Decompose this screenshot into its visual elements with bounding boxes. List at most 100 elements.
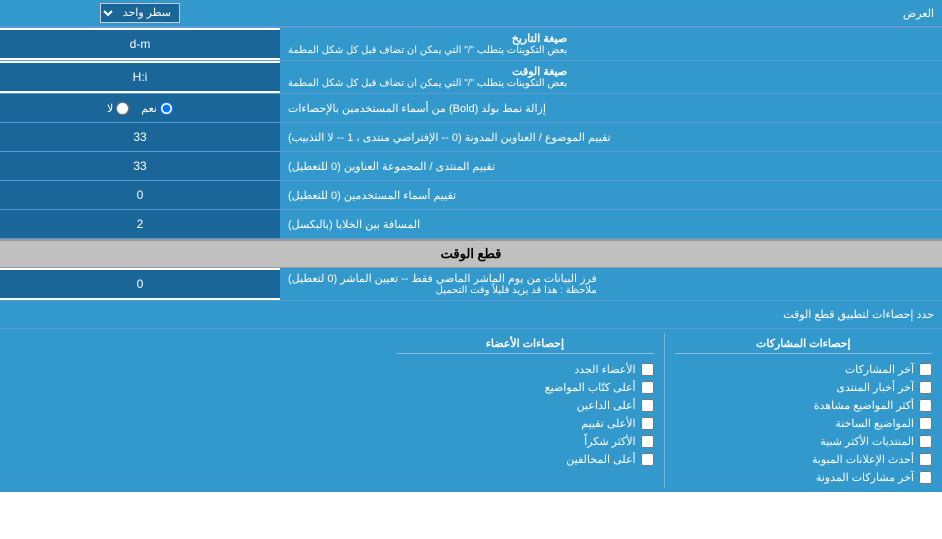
cell-spacing-label-text: المسافة بين الخلايا (بالبكسل) [288, 218, 420, 231]
time-format-label: صيغة الوقت بعض التكوينات يتطلب "/" التي … [280, 61, 942, 93]
topic-order-input[interactable] [4, 130, 276, 144]
most-similar-checkbox[interactable] [919, 435, 932, 448]
checkbox-blog-posts: آخر مشاركات المدونة [675, 471, 932, 484]
date-format-row: صيغة التاريخ بعض التكوينات يتطلب "/" الت… [0, 28, 942, 61]
top-posters-checkbox[interactable] [641, 381, 654, 394]
bold-remove-input-area: نعم لا [0, 94, 280, 122]
stats-right-spacer [0, 333, 386, 488]
checkbox-top-rated: الأعلى تقييم [396, 417, 653, 430]
time-format-sub-label: بعض التكوينات يتطلب "/" التي يمكن ان تضا… [288, 78, 567, 89]
display-mode-dropdown-area: سطر واحد سطران ثلاثة أسطر [0, 1, 280, 25]
forum-news-label: آخر أخبار المنتدى [836, 381, 914, 394]
bold-no-radio[interactable] [116, 102, 129, 115]
cutoff-days-note: ملاحظة : هذا قد يزيد قليلاً وقت التحميل [288, 285, 597, 296]
bold-remove-label: إزالة نمط بولد (Bold) من أسماء المستخدمي… [280, 94, 942, 122]
checkbox-new-members: الأعضاء الجدد [396, 363, 653, 376]
cutoff-days-main-label: فرز البيانات من يوم الماشر الماضي فقط --… [288, 272, 597, 285]
date-format-input[interactable] [4, 37, 276, 51]
hot-topics-checkbox[interactable] [919, 417, 932, 430]
new-members-checkbox[interactable] [641, 363, 654, 376]
cutoff-section-header: قطع الوقت [0, 239, 942, 268]
new-members-label: الأعضاء الجدد [574, 363, 635, 376]
checkbox-hot-topics: المواضيع الساخنة [675, 417, 932, 430]
last-posts-checkbox[interactable] [919, 363, 932, 376]
top-rated-checkbox[interactable] [641, 417, 654, 430]
checkbox-most-thanked: الأكثر شكراً [396, 435, 653, 448]
cell-spacing-input-area [0, 210, 280, 238]
date-format-label: صيغة التاريخ بعض التكوينات يتطلب "/" الت… [280, 28, 942, 60]
topic-order-label: تقييم الموضوع / العناوين المدونة (0 -- ا… [280, 123, 942, 151]
header-row: العرض سطر واحد سطران ثلاثة أسطر [0, 0, 942, 28]
checkbox-most-viewed: أكثر المواضيع مشاهدة [675, 399, 932, 412]
checkbox-forum-news: آخر أخبار المنتدى [675, 381, 932, 394]
forum-order-input[interactable] [4, 159, 276, 173]
hot-topics-label: المواضيع الساخنة [835, 417, 914, 430]
users-names-row: تقييم أسماء المستخدمين (0 للتعطيل) [0, 181, 942, 210]
topic-order-label-text: تقييم الموضوع / العناوين المدونة (0 -- ا… [288, 131, 611, 144]
checkboxes-container: إحصاءات المشاركات آخر المشاركات آخر أخبا… [0, 329, 942, 492]
blog-posts-label: آخر مشاركات المدونة [816, 471, 914, 484]
members-stats-column: إحصاءات الأعضاء الأعضاء الجدد أعلى كتّاب… [386, 333, 663, 488]
bold-remove-label-text: إزالة نمط بولد (Bold) من أسماء المستخدمي… [288, 102, 546, 115]
main-container: العرض سطر واحد سطران ثلاثة أسطر صيغة الت… [0, 0, 942, 492]
bold-no-text: لا [107, 102, 113, 115]
time-format-main-label: صيغة الوقت [288, 65, 567, 78]
cutoff-days-input[interactable] [4, 277, 276, 291]
column-separator [664, 333, 665, 488]
stats-apply-text: حدد إحصاءات لتطبيق قطع الوقت [783, 309, 934, 321]
checkbox-latest-ads: أحدث الإعلانات المبوبة [675, 453, 932, 466]
cutoff-days-label: فرز البيانات من يوم الماشر الماضي فقط --… [280, 268, 942, 300]
latest-ads-checkbox[interactable] [919, 453, 932, 466]
posts-stats-header-text: إحصاءات المشاركات [756, 338, 851, 350]
cutoff-title: قطع الوقت [441, 246, 502, 261]
forum-order-row: تقييم المنتدى / المجموعة العناوين (0 للت… [0, 152, 942, 181]
most-thanked-label: الأكثر شكراً [584, 435, 635, 448]
most-similar-label: المنتديات الأكثر شبية [820, 435, 914, 448]
top-inviters-checkbox[interactable] [641, 399, 654, 412]
checkbox-last-posts: آخر المشاركات [675, 363, 932, 376]
cell-spacing-label: المسافة بين الخلايا (بالبكسل) [280, 210, 942, 238]
users-names-input[interactable] [4, 188, 276, 202]
date-format-sub-label: بعض التكوينات يتطلب "/" التي يمكن ان تضا… [288, 45, 567, 56]
cell-spacing-row: المسافة بين الخلايا (بالبكسل) [0, 210, 942, 239]
forum-order-label: تقييم المنتدى / المجموعة العناوين (0 للت… [280, 152, 942, 180]
members-stats-header: إحصاءات الأعضاء [396, 337, 653, 354]
top-posters-label: أعلى كتّاب المواضيع [545, 381, 636, 394]
members-stats-header-text: إحصاءات الأعضاء [486, 338, 564, 350]
cell-spacing-input[interactable] [4, 217, 276, 231]
most-viewed-checkbox[interactable] [919, 399, 932, 412]
most-thanked-checkbox[interactable] [641, 435, 654, 448]
bold-yes-label[interactable]: نعم [141, 102, 173, 115]
checkbox-top-inviters: أعلى الداعين [396, 399, 653, 412]
date-format-main-label: صيغة التاريخ [288, 32, 567, 45]
blog-posts-checkbox[interactable] [919, 471, 932, 484]
top-violators-checkbox[interactable] [641, 453, 654, 466]
most-viewed-label: أكثر المواضيع مشاهدة [814, 399, 914, 412]
forum-order-label-text: تقييم المنتدى / المجموعة العناوين (0 للت… [288, 160, 495, 173]
topic-order-row: تقييم الموضوع / العناوين المدونة (0 -- ا… [0, 123, 942, 152]
topic-order-input-area [0, 123, 280, 151]
top-violators-label: أعلى المخالفين [566, 453, 635, 466]
latest-ads-label: أحدث الإعلانات المبوبة [812, 453, 914, 466]
date-format-input-area [0, 30, 280, 58]
checkbox-most-similar: المنتديات الأكثر شبية [675, 435, 932, 448]
bold-no-label[interactable]: لا [107, 102, 129, 115]
cutoff-days-input-area [0, 270, 280, 298]
cutoff-days-row: فرز البيانات من يوم الماشر الماضي فقط --… [0, 268, 942, 301]
checkbox-top-posters: أعلى كتّاب المواضيع [396, 381, 653, 394]
time-format-input[interactable] [4, 70, 276, 84]
checkbox-top-violators: أعلى المخالفين [396, 453, 653, 466]
forum-news-checkbox[interactable] [919, 381, 932, 394]
users-names-input-area [0, 181, 280, 209]
header-label-text: العرض [903, 8, 934, 20]
bold-yes-radio[interactable] [160, 102, 173, 115]
bold-remove-row: إزالة نمط بولد (Bold) من أسماء المستخدمي… [0, 94, 942, 123]
display-mode-select[interactable]: سطر واحد سطران ثلاثة أسطر [100, 3, 180, 23]
posts-stats-column: إحصاءات المشاركات آخر المشاركات آخر أخبا… [665, 333, 942, 488]
top-inviters-label: أعلى الداعين [577, 399, 636, 412]
users-names-label: تقييم أسماء المستخدمين (0 للتعطيل) [280, 181, 942, 209]
stats-apply-row: حدد إحصاءات لتطبيق قطع الوقت [0, 301, 942, 329]
stats-apply-label: حدد إحصاءات لتطبيق قطع الوقت [8, 308, 934, 321]
forum-order-input-area [0, 152, 280, 180]
last-posts-label: آخر المشاركات [845, 363, 914, 376]
